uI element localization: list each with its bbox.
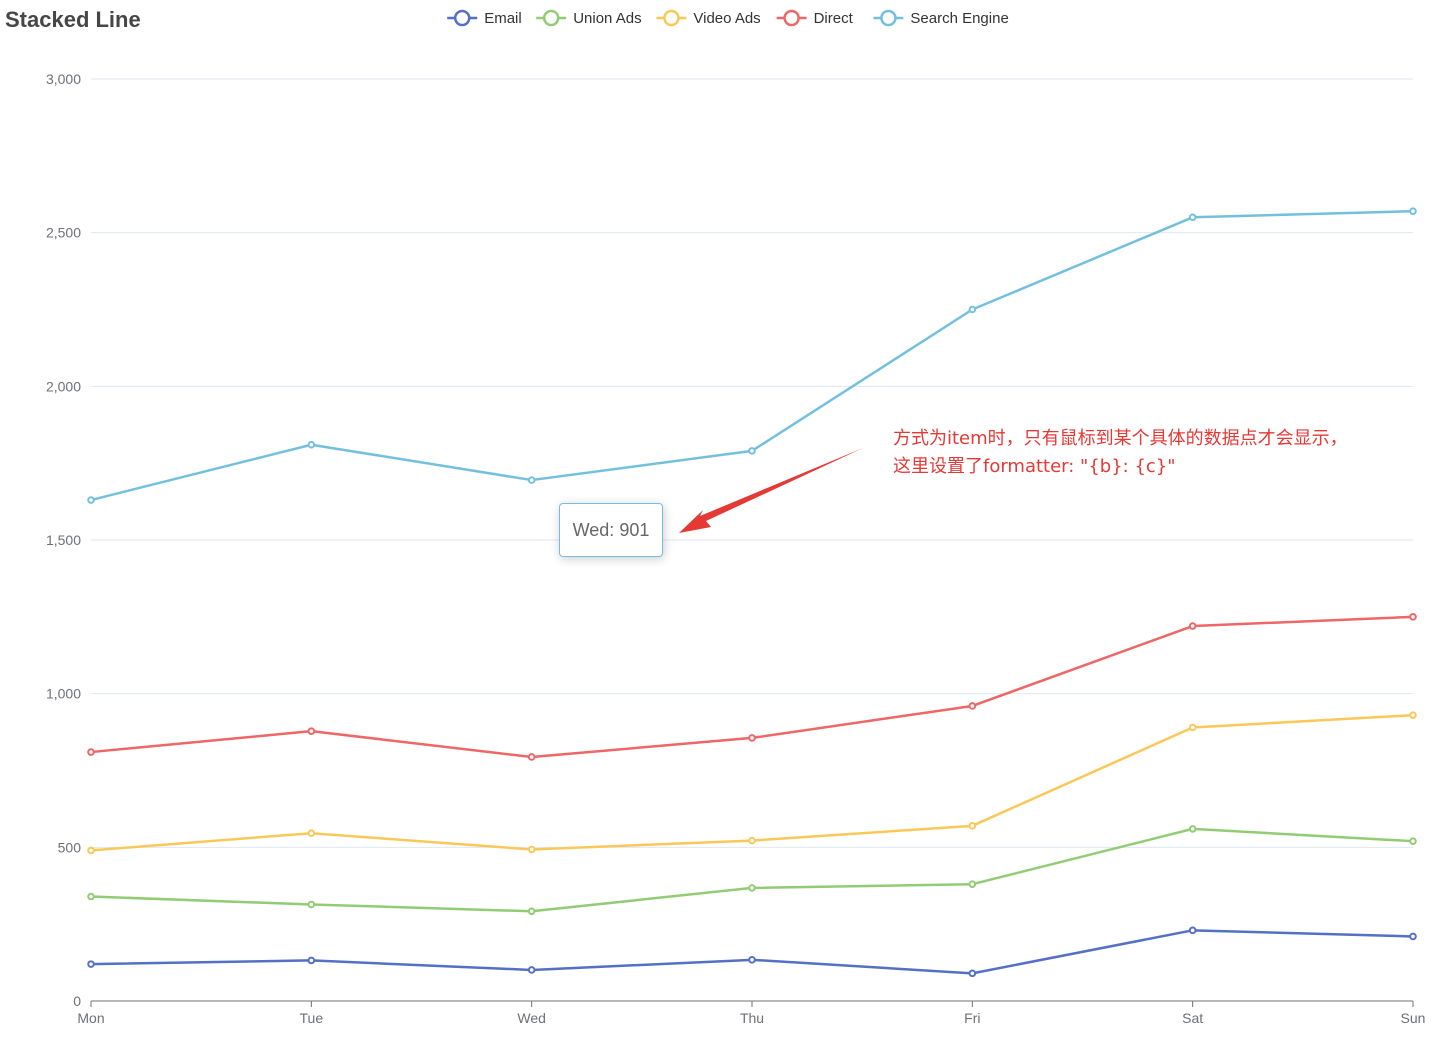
legend-label: Search Engine [910,10,1008,27]
data-point[interactable] [968,702,977,710]
data-point[interactable] [307,440,316,449]
legend-label: Direct [814,10,854,27]
annotation-text: 这里设置了formatter: "{b}: {c}" [893,456,1176,477]
series-line [90,209,1414,502]
legend-item[interactable]: Direct [776,9,854,27]
data-point[interactable] [1188,723,1197,732]
data-point[interactable] [87,748,95,756]
x-tick-label: Mon [77,1010,104,1026]
data-point[interactable] [1409,837,1417,845]
tooltip: Wed: 901 [559,503,663,557]
data-point[interactable] [1409,711,1417,719]
data-point[interactable] [1409,932,1417,941]
data-point[interactable] [748,734,756,742]
data-point[interactable] [968,880,977,889]
data-point[interactable] [307,727,316,735]
data-point[interactable] [87,846,95,855]
legend-symbol [783,9,800,27]
data-point[interactable] [1188,825,1197,833]
y-tick-label: 0 [73,993,81,1009]
data-point[interactable] [748,447,756,455]
data-point[interactable] [87,496,95,504]
x-tick-label: Wed [517,1010,546,1026]
legend-label: Video Ads [693,10,760,27]
y-tick-label: 2,500 [46,225,81,241]
legend-item[interactable]: Video Ads [656,9,761,27]
data-point[interactable] [1188,622,1197,630]
x-tick-label: Sun [1401,1010,1426,1026]
data-point[interactable] [307,956,316,965]
data-point[interactable] [527,966,536,974]
axes: 0 500 1,000 1,500 2,000 2,500 3,000 Mon Tue Wed Th… [46,71,1426,1026]
legend-item[interactable]: Email [447,9,522,27]
data-point[interactable] [968,969,977,978]
data-point[interactable] [1409,207,1417,215]
data-point[interactable] [87,892,95,901]
chart-title: Stacked Line [5,7,141,32]
data-point[interactable] [307,829,316,837]
data-point[interactable] [527,907,536,916]
data-point[interactable] [1188,213,1197,222]
data-point[interactable] [748,836,756,845]
x-tick-label: Thu [740,1010,764,1026]
y-tick-label: 1,000 [46,686,81,702]
y-tick-label: 1,500 [46,532,81,548]
x-tick-label: Sat [1182,1010,1203,1026]
data-point[interactable] [527,476,536,484]
legend-item[interactable]: Union Ads [536,9,642,27]
data-point[interactable] [748,956,756,964]
data-point[interactable] [527,845,536,854]
data-point[interactable] [1409,613,1417,621]
legend-label: Union Ads [573,10,641,27]
data-point[interactable] [968,305,977,314]
x-tick-label: Fri [964,1010,980,1026]
legend-symbol [880,9,897,27]
y-tick-label: 2,000 [46,378,81,394]
data-point[interactable] [748,884,756,892]
y-tick-label: 3,000 [46,71,81,87]
legend-item[interactable]: Search Engine [873,9,1009,27]
legend-symbol [542,9,560,27]
data-point[interactable] [87,960,95,968]
stacked-line-chart: Stacked Line Email Union Ads Video Ads Dire… [5,7,1426,1026]
legend-label: Email [484,10,522,27]
data-point[interactable] [527,753,536,761]
data-point[interactable] [307,900,316,909]
legend[interactable]: Email Union Ads Video Ads Direct Search Engi… [447,9,1009,27]
legend-symbol [663,9,680,27]
annotation: 方式为item时，只有鼠标到某个具体的数据点才会显示， 这里设置了formatte… [679,428,1348,533]
data-point[interactable] [1188,926,1197,935]
x-tick-label: Tue [300,1010,324,1026]
annotation-text: 方式为item时，只有鼠标到某个具体的数据点才会显示， [893,428,1348,449]
legend-symbol [453,9,471,27]
annotation-arrow [679,448,863,533]
data-point[interactable] [968,822,977,830]
series-layer [87,207,1417,978]
y-tick-label: 500 [58,839,82,855]
series-line [90,929,1414,975]
